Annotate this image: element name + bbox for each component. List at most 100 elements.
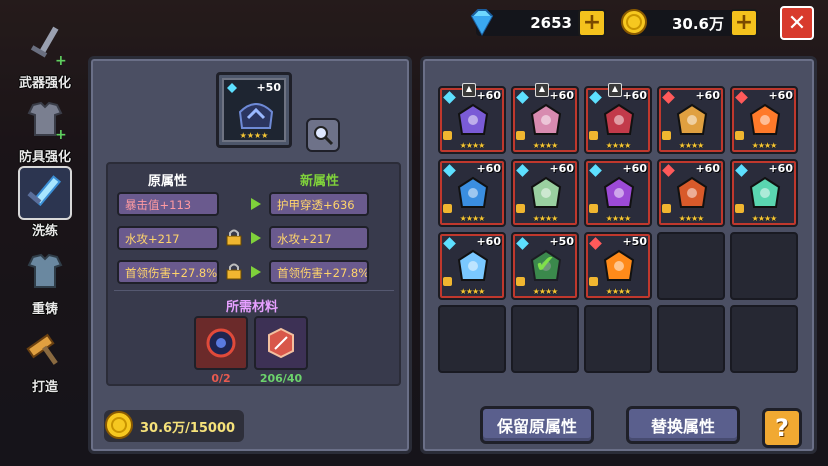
inventory-item[interactable]: ▲ +60 ★★★★ [438, 83, 506, 154]
coin-count: 30.6万 [671, 14, 724, 33]
equipment-icon [603, 103, 635, 135]
tab-weapon-enhance[interactable]: + 武器强化 [8, 18, 82, 91]
item-stars: ★★★★ [605, 287, 632, 296]
inventory-item[interactable]: +60 ★★★★ [584, 159, 652, 227]
item-stars: ★★★★ [459, 214, 486, 223]
empty-slot[interactable] [730, 232, 798, 300]
material-slot-1[interactable] [194, 316, 248, 370]
inventory-item[interactable]: +60 ★★★★ [730, 159, 798, 227]
equipment-icon [603, 249, 635, 281]
item-level: +60 [549, 89, 574, 102]
replace-attr-button[interactable]: 替换属性 [626, 406, 740, 444]
red-stone-icon [268, 327, 294, 359]
tab-label: 武器强化 [18, 76, 71, 91]
item-stars: ★★★★ [751, 214, 778, 223]
inventory-item[interactable]: ▲ +60 ★★★★ [511, 83, 579, 154]
equipment-icon [749, 103, 781, 135]
inventory-grid: ▲ +60 ★★★★ ▲ +60 ★★★★ ▲ +60 ★★★★ +60 ★★★★ +60 ★★★★ +6… [438, 83, 798, 373]
tab-forge[interactable]: 打造 [8, 322, 82, 395]
empty-slot[interactable] [584, 305, 652, 373]
empty-slot[interactable] [730, 305, 798, 373]
equipment-icon [603, 176, 635, 208]
inventory-item[interactable]: +50 ★★★★ [584, 232, 652, 300]
cost-text: 30.6万/15000 [140, 420, 236, 436]
sidebar: + 武器强化 + 防具强化 洗练 重铸 打造 [0, 0, 88, 466]
tab-armor-enhance[interactable]: + 防具强化 [8, 92, 82, 165]
item-stars: ★★★★ [678, 214, 705, 223]
inventory-item[interactable]: +60 ★★★★ [657, 86, 725, 154]
reforge-icon [27, 253, 63, 288]
gem-rarity-icon [227, 83, 237, 93]
inventory-item[interactable]: +60 ★★★★ [657, 159, 725, 227]
lock-icon[interactable] [225, 262, 243, 280]
armor-icon: + [27, 101, 67, 141]
equipment-icon [457, 249, 489, 281]
item-level: +60 [695, 162, 720, 175]
close-button[interactable]: ✕ [780, 6, 814, 40]
empty-slot[interactable] [657, 305, 725, 373]
add-coins-button[interactable]: + [730, 9, 758, 37]
empty-slot[interactable] [657, 232, 725, 300]
material-slot-2[interactable] [254, 316, 308, 370]
lock-icon [589, 277, 598, 286]
equipment-icon [530, 176, 562, 208]
equipment-icon [457, 176, 489, 208]
coin-icon [105, 411, 133, 439]
inventory-item[interactable]: +60 ★★★★ [438, 232, 506, 300]
add-gems-button[interactable]: + [578, 9, 606, 37]
refine-icon [27, 175, 62, 207]
sword-icon: + [30, 26, 67, 67]
item-level: +50 [622, 235, 647, 248]
new-attr-header: 新属性 [300, 174, 340, 189]
empty-slot[interactable] [511, 305, 579, 373]
coin-icon [621, 9, 647, 35]
inventory-item[interactable]: ▲ +60 ★★★★ [584, 83, 652, 154]
item-level: +50 [256, 81, 281, 94]
empty-slot[interactable] [438, 305, 506, 373]
lock-icon [662, 204, 671, 213]
lock-icon [443, 204, 452, 213]
item-level: +60 [476, 89, 501, 102]
item-level: +60 [476, 235, 501, 248]
item-stars: ★★★★ [678, 141, 705, 150]
item-level: +60 [768, 162, 793, 175]
lock-icon[interactable] [225, 228, 243, 246]
inspect-button[interactable] [306, 118, 340, 152]
item-level: +60 [622, 162, 647, 175]
item-level: +60 [695, 89, 720, 102]
selected-item-slot[interactable]: +50 ★★★★ [216, 72, 292, 148]
item-level: +60 [622, 89, 647, 102]
magnifier-icon [314, 126, 334, 146]
item-level: +50 [549, 235, 574, 248]
new-attr-3: 首领伤害+27.8% [269, 260, 369, 284]
arrow-icon [251, 198, 261, 210]
hammer-icon [26, 333, 58, 365]
dark-crystal-icon [206, 328, 236, 358]
new-attr-2: 水攻+217 [269, 226, 369, 250]
equipment-icon [530, 103, 562, 135]
keep-original-button[interactable]: 保留原属性 [480, 406, 594, 444]
tab-label: 防具强化 [18, 150, 71, 165]
inventory-item[interactable]: +60 ★★★★ [511, 159, 579, 227]
item-level: +60 [768, 89, 793, 102]
material-count-2: 206/40 [259, 372, 303, 385]
inventory-item[interactable]: +60 ★★★★ [438, 159, 506, 227]
equipment-icon [749, 176, 781, 208]
lock-icon [443, 131, 452, 140]
coin-counter: 30.6万 + [621, 9, 758, 37]
inventory-item[interactable]: +50 ✔ ★★★★ [511, 232, 579, 300]
item-stars: ★★★★ [751, 141, 778, 150]
checkmark-icon: ✔ [535, 250, 556, 278]
tab-label: 洗练 [31, 224, 58, 239]
original-attr-header: 原属性 [148, 174, 188, 189]
tab-reforge[interactable]: 重铸 [8, 244, 82, 317]
original-attr-1: 暴击值+113 [117, 192, 219, 216]
original-attr-3: 首领伤害+27.8% [117, 260, 219, 284]
tab-refine[interactable]: 洗练 [8, 166, 82, 239]
equipment-icon [457, 103, 489, 135]
new-attr-1: 护甲穿透+636 [269, 192, 369, 216]
inventory-item[interactable]: +60 ★★★★ [730, 86, 798, 154]
help-button[interactable]: ? [762, 408, 802, 448]
diamond-icon [470, 9, 494, 37]
arrow-icon [251, 232, 261, 244]
